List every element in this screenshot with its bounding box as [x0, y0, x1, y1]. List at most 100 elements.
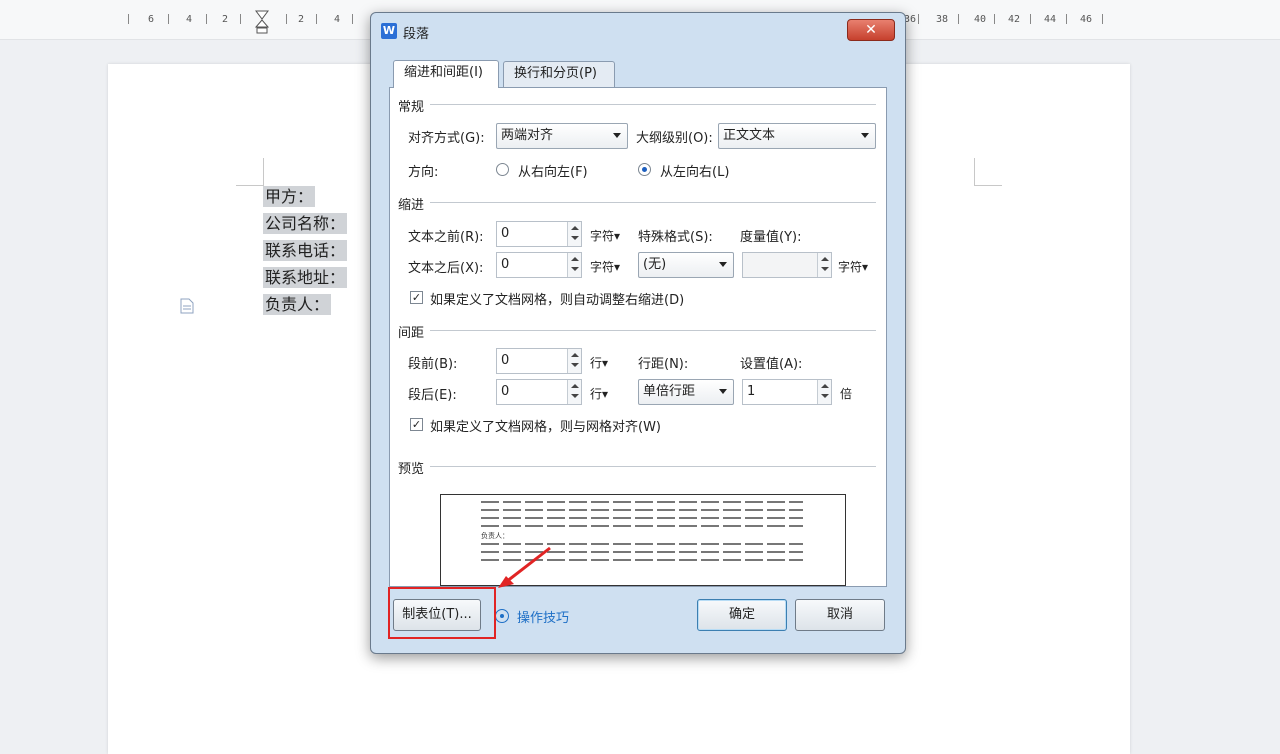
- crop-mark: [974, 158, 1002, 186]
- space-after-value: 0: [501, 384, 510, 399]
- spin-down-icon[interactable]: [821, 394, 829, 398]
- spin-up-icon[interactable]: [571, 257, 579, 261]
- document-line[interactable]: 甲方：: [263, 186, 316, 207]
- preview-line: [481, 525, 803, 527]
- spin-buttons[interactable]: [817, 253, 831, 277]
- divider: [430, 104, 876, 105]
- document-line[interactable]: 负责人：: [263, 294, 332, 315]
- paragraph-icon[interactable]: [180, 298, 194, 314]
- auto-indent-checkbox[interactable]: ✓: [410, 291, 423, 304]
- snap-grid-checkbox[interactable]: ✓: [410, 418, 423, 431]
- space-after-label: 段后(E):: [408, 388, 457, 403]
- spin-buttons[interactable]: [567, 380, 581, 404]
- indent-before-value: 0: [501, 226, 510, 241]
- spin-buttons[interactable]: [567, 253, 581, 277]
- dialog-titlebar[interactable]: W 段落 ✕: [371, 13, 905, 49]
- special-format-label: 特殊格式(S):: [638, 230, 713, 245]
- divider: [430, 330, 876, 331]
- setting-value-unit: 倍: [840, 387, 853, 401]
- spin-buttons[interactable]: [567, 349, 581, 373]
- document-line[interactable]: 联系电话：: [263, 240, 348, 261]
- ruler-label: 4: [186, 14, 193, 25]
- spin-buttons[interactable]: [817, 380, 831, 404]
- spin-down-icon[interactable]: [571, 267, 579, 271]
- spin-down-icon[interactable]: [571, 363, 579, 367]
- indent-before-input[interactable]: 0: [496, 221, 582, 247]
- close-button[interactable]: ✕: [847, 19, 895, 41]
- divider: [430, 202, 876, 203]
- tips-icon[interactable]: [495, 609, 509, 623]
- ruler-label: 46: [1080, 14, 1093, 25]
- ruler-label: 42: [1008, 14, 1021, 25]
- section-preview: 预览: [398, 458, 431, 477]
- align-label: 对齐方式(G):: [408, 131, 485, 146]
- space-after-input[interactable]: 0: [496, 379, 582, 405]
- ruler-tick: [994, 14, 995, 24]
- rtl-radio[interactable]: [496, 163, 509, 176]
- ruler-label: 2: [298, 14, 305, 25]
- tab-indent-spacing[interactable]: 缩进和间距(I): [393, 60, 499, 88]
- space-after-unit[interactable]: 行▾: [590, 385, 608, 402]
- line-spacing-select[interactable]: 单倍行距: [638, 379, 734, 405]
- indent-after-unit[interactable]: 字符▾: [590, 258, 620, 275]
- snap-grid-label[interactable]: 如果定义了文档网格，则与网格对齐(W): [430, 416, 661, 435]
- spin-up-icon[interactable]: [821, 384, 829, 388]
- chevron-down-icon: [861, 133, 869, 138]
- section-indent: 缩进: [398, 194, 431, 213]
- ruler-label: 6: [148, 14, 155, 25]
- ruler-label: 44: [1044, 14, 1057, 25]
- preview-line: [481, 509, 803, 511]
- spin-buttons[interactable]: [567, 222, 581, 246]
- tips-link[interactable]: 操作技巧: [517, 607, 569, 626]
- spin-down-icon[interactable]: [821, 267, 829, 271]
- space-before-unit[interactable]: 行▾: [590, 354, 608, 371]
- indent-after-input[interactable]: 0: [496, 252, 582, 278]
- outline-select[interactable]: 正文文本: [718, 123, 876, 149]
- align-select[interactable]: 两端对齐: [496, 123, 628, 149]
- document-line[interactable]: 联系地址：: [263, 267, 348, 288]
- ruler-label: 40: [974, 14, 987, 25]
- align-value: 两端对齐: [501, 128, 554, 143]
- ruler-label: 2: [222, 14, 229, 25]
- document-body[interactable]: 甲方： 公司名称： 联系电话： 联系地址： 负责人：: [263, 186, 348, 321]
- section-general: 常规: [398, 96, 431, 115]
- preview-line: [481, 517, 803, 519]
- spin-up-icon[interactable]: [571, 384, 579, 388]
- ruler-tick: [128, 14, 129, 24]
- preview-line: [481, 501, 803, 503]
- measure-input[interactable]: [742, 252, 832, 278]
- spin-up-icon[interactable]: [571, 353, 579, 357]
- indent-after-value: 0: [501, 257, 510, 272]
- ruler-label: 4: [334, 14, 341, 25]
- setting-value-label: 设置值(A):: [740, 357, 803, 372]
- spin-down-icon[interactable]: [571, 236, 579, 240]
- spin-up-icon[interactable]: [571, 226, 579, 230]
- special-format-select[interactable]: (无): [638, 252, 734, 278]
- spin-down-icon[interactable]: [571, 394, 579, 398]
- measure-unit[interactable]: 字符▾: [838, 258, 868, 275]
- ruler-tick: [352, 14, 353, 24]
- section-spacing: 间距: [398, 322, 431, 341]
- ruler-tick: [206, 14, 207, 24]
- indent-before-unit[interactable]: 字符▾: [590, 227, 620, 244]
- ruler-tick: [1066, 14, 1067, 24]
- ltr-label[interactable]: 从左向右(L): [660, 161, 729, 180]
- ok-button[interactable]: 确定: [697, 599, 787, 631]
- ruler-tick: [958, 14, 959, 24]
- ltr-radio[interactable]: [638, 163, 651, 176]
- space-before-input[interactable]: 0: [496, 348, 582, 374]
- ruler-tick: [1102, 14, 1103, 24]
- document-line[interactable]: 公司名称：: [263, 213, 348, 234]
- setting-value-input[interactable]: 1: [742, 379, 832, 405]
- tab-line-page-breaks[interactable]: 换行和分页(P): [503, 61, 615, 87]
- cancel-button[interactable]: 取消: [795, 599, 885, 631]
- auto-indent-label[interactable]: 如果定义了文档网格，则自动调整右缩进(D): [430, 289, 684, 308]
- indent-marker-icon[interactable]: [255, 10, 269, 34]
- ruler-tick: [316, 14, 317, 24]
- spin-up-icon[interactable]: [821, 257, 829, 261]
- ruler-tick: [918, 14, 919, 24]
- rtl-label[interactable]: 从右向左(F): [518, 161, 588, 180]
- space-before-value: 0: [501, 353, 510, 368]
- space-before-label: 段前(B):: [408, 357, 458, 372]
- tab-panel: 常规 对齐方式(G): 两端对齐 大纲级别(O): 正文文本 方向: 从右向左(…: [389, 87, 887, 587]
